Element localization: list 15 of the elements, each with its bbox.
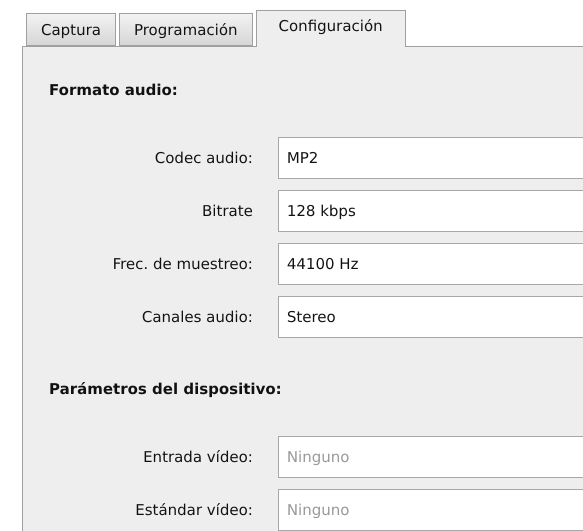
field-label: Estándar vídeo: [134, 501, 253, 519]
input-field[interactable]: Stereo [278, 296, 583, 338]
field-label: Frec. de muestreo: [112, 255, 253, 273]
field-label: Codec audio: [154, 149, 253, 167]
section-heading: Formato audio: [49, 81, 179, 99]
tab[interactable]: Captura [26, 13, 116, 46]
field-label: Canales audio: [140, 308, 253, 326]
field-label: Entrada vídeo: [142, 448, 253, 466]
tab[interactable]: Configuración [256, 10, 406, 47]
field-label: Bitrate [201, 202, 253, 220]
input-field[interactable]: 44100 Hz [278, 243, 583, 285]
input-field[interactable]: 128 kbps [278, 190, 583, 232]
input-field[interactable]: MP2 [278, 137, 583, 179]
tab[interactable]: Programación [118, 13, 253, 46]
section-heading: Parámetros del dispositivo: [49, 380, 283, 398]
